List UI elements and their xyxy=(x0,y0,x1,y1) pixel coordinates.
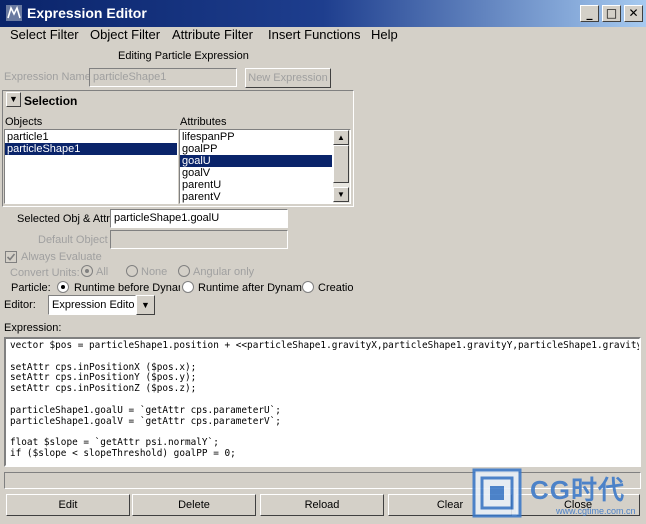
attribute-item-parentv[interactable]: parentV xyxy=(180,191,332,203)
code-line: particleShape1.goalV = `getAttr cps.para… xyxy=(10,415,281,427)
maximize-icon: □ xyxy=(605,6,618,20)
attribute-item-goalpp[interactable]: goalPP xyxy=(180,143,332,155)
selected-obj-attr-label: Selected Obj & Attr xyxy=(17,213,110,225)
always-evaluate-checkbox[interactable] xyxy=(5,251,17,263)
triangle-down-icon: ▼ xyxy=(9,94,18,104)
maya-logo-icon xyxy=(6,5,22,21)
attributes-list[interactable]: lifespanPP goalPP goalU goalV parentU pa… xyxy=(179,129,351,204)
default-object-field[interactable] xyxy=(110,230,288,249)
expression-textarea[interactable]: vector $pos = particleShape1.position + … xyxy=(4,337,641,467)
object-item-particleshape1[interactable]: particleShape1 xyxy=(5,143,177,155)
convert-angular-radio[interactable] xyxy=(178,265,190,277)
selected-obj-attr-field[interactable]: particleShape1.goalU xyxy=(110,209,288,228)
code-line: if ($slope < slopeThreshold) goalPP = 0; xyxy=(10,447,236,459)
new-expression-button[interactable]: New Expression xyxy=(245,68,331,88)
object-item-particle1[interactable]: particle1 xyxy=(5,131,177,143)
editor-label: Editor: xyxy=(4,299,36,311)
watermark-url: www.cgtime.com.cn xyxy=(556,506,636,516)
expression-name-label: Expression Name xyxy=(4,71,91,83)
minimize-icon: _ xyxy=(586,6,593,20)
code-line: ​ xyxy=(10,352,635,363)
menu-select-filter[interactable]: Select Filter xyxy=(10,27,79,43)
watermark-brand: CG时代 xyxy=(530,475,626,505)
menu-bar: Select Filter Object Filter Attribute Fi… xyxy=(0,27,646,47)
window-title: Expression Editor xyxy=(27,5,147,21)
scroll-up-icon[interactable]: ▲ xyxy=(333,130,349,145)
minimize-button[interactable]: _ xyxy=(580,5,599,22)
code-line: vector $pos = particleShape1.position + … xyxy=(10,340,641,351)
objects-list[interactable]: particle1 particleShape1 xyxy=(4,129,178,204)
cgtime-logo-icon xyxy=(472,468,522,518)
particle-label: Particle: xyxy=(11,282,51,294)
scrollbar-thumb[interactable] xyxy=(333,145,349,183)
convert-units-label: Convert Units: xyxy=(10,267,80,279)
convert-none-radio[interactable] xyxy=(126,265,138,277)
chevron-down-icon: ▼ xyxy=(141,300,150,310)
close-window-button[interactable]: ✕ xyxy=(624,5,643,22)
expression-name-field[interactable]: particleShape1 xyxy=(89,68,237,87)
objects-label: Objects xyxy=(5,116,43,128)
code-line: setAttr cps.inPositionZ ($pos.z); xyxy=(10,383,197,395)
menu-help[interactable]: Help xyxy=(371,27,398,43)
selection-title: Selection xyxy=(24,94,78,108)
attribute-item-parentu[interactable]: parentU xyxy=(180,179,332,191)
default-object-label: Default Object xyxy=(38,234,108,246)
convert-all-radio[interactable] xyxy=(81,265,93,277)
editing-label: Editing Particle Expression xyxy=(118,50,249,62)
runtime-before-radio[interactable] xyxy=(57,281,69,293)
delete-button[interactable]: Delete xyxy=(132,494,256,516)
close-icon: ✕ xyxy=(628,6,639,20)
title-bar[interactable]: Expression Editor _ □ ✕ xyxy=(0,0,646,27)
selection-collapse-toggle[interactable]: ▼ xyxy=(6,92,21,107)
menu-attribute-filter[interactable]: Attribute Filter xyxy=(172,27,253,43)
cgtime-watermark: CG时代 www.cgtime.com.cn xyxy=(470,466,642,522)
menu-insert-functions[interactable]: Insert Functions xyxy=(268,27,361,43)
editor-dropdown-button[interactable]: ▼ xyxy=(136,295,155,315)
attributes-label: Attributes xyxy=(180,116,227,128)
code-line: particleShape1.goalU = `getAttr cps.para… xyxy=(10,404,281,416)
maximize-button[interactable]: □ xyxy=(602,5,621,22)
checkmark-icon xyxy=(6,253,16,261)
reload-button[interactable]: Reload xyxy=(260,494,384,516)
runtime-after-radio[interactable] xyxy=(182,281,194,293)
convert-none-label: None xyxy=(141,266,168,278)
runtime-after-label: Runtime after Dynamic xyxy=(198,282,302,294)
convert-all-label: All xyxy=(96,266,109,278)
creation-label: Creation xyxy=(318,282,354,294)
menu-object-filter[interactable]: Object Filter xyxy=(90,27,160,43)
attributes-scrollbar[interactable]: ▲ ▼ xyxy=(333,130,350,203)
always-evaluate-label: Always Evaluate xyxy=(21,251,102,263)
scroll-down-icon[interactable]: ▼ xyxy=(333,187,349,202)
runtime-before-label: Runtime before Dynami xyxy=(74,282,180,294)
editor-dropdown[interactable]: Expression Editor xyxy=(48,295,136,315)
edit-button[interactable]: Edit xyxy=(6,494,130,516)
attribute-item-goalu[interactable]: goalU xyxy=(180,155,332,167)
expression-label: Expression: xyxy=(4,322,62,334)
attribute-item-goalv[interactable]: goalV xyxy=(180,167,332,179)
creation-radio[interactable] xyxy=(302,281,314,293)
convert-angular-label: Angular only xyxy=(193,266,255,278)
attribute-item-lifespanpp[interactable]: lifespanPP xyxy=(180,131,332,143)
